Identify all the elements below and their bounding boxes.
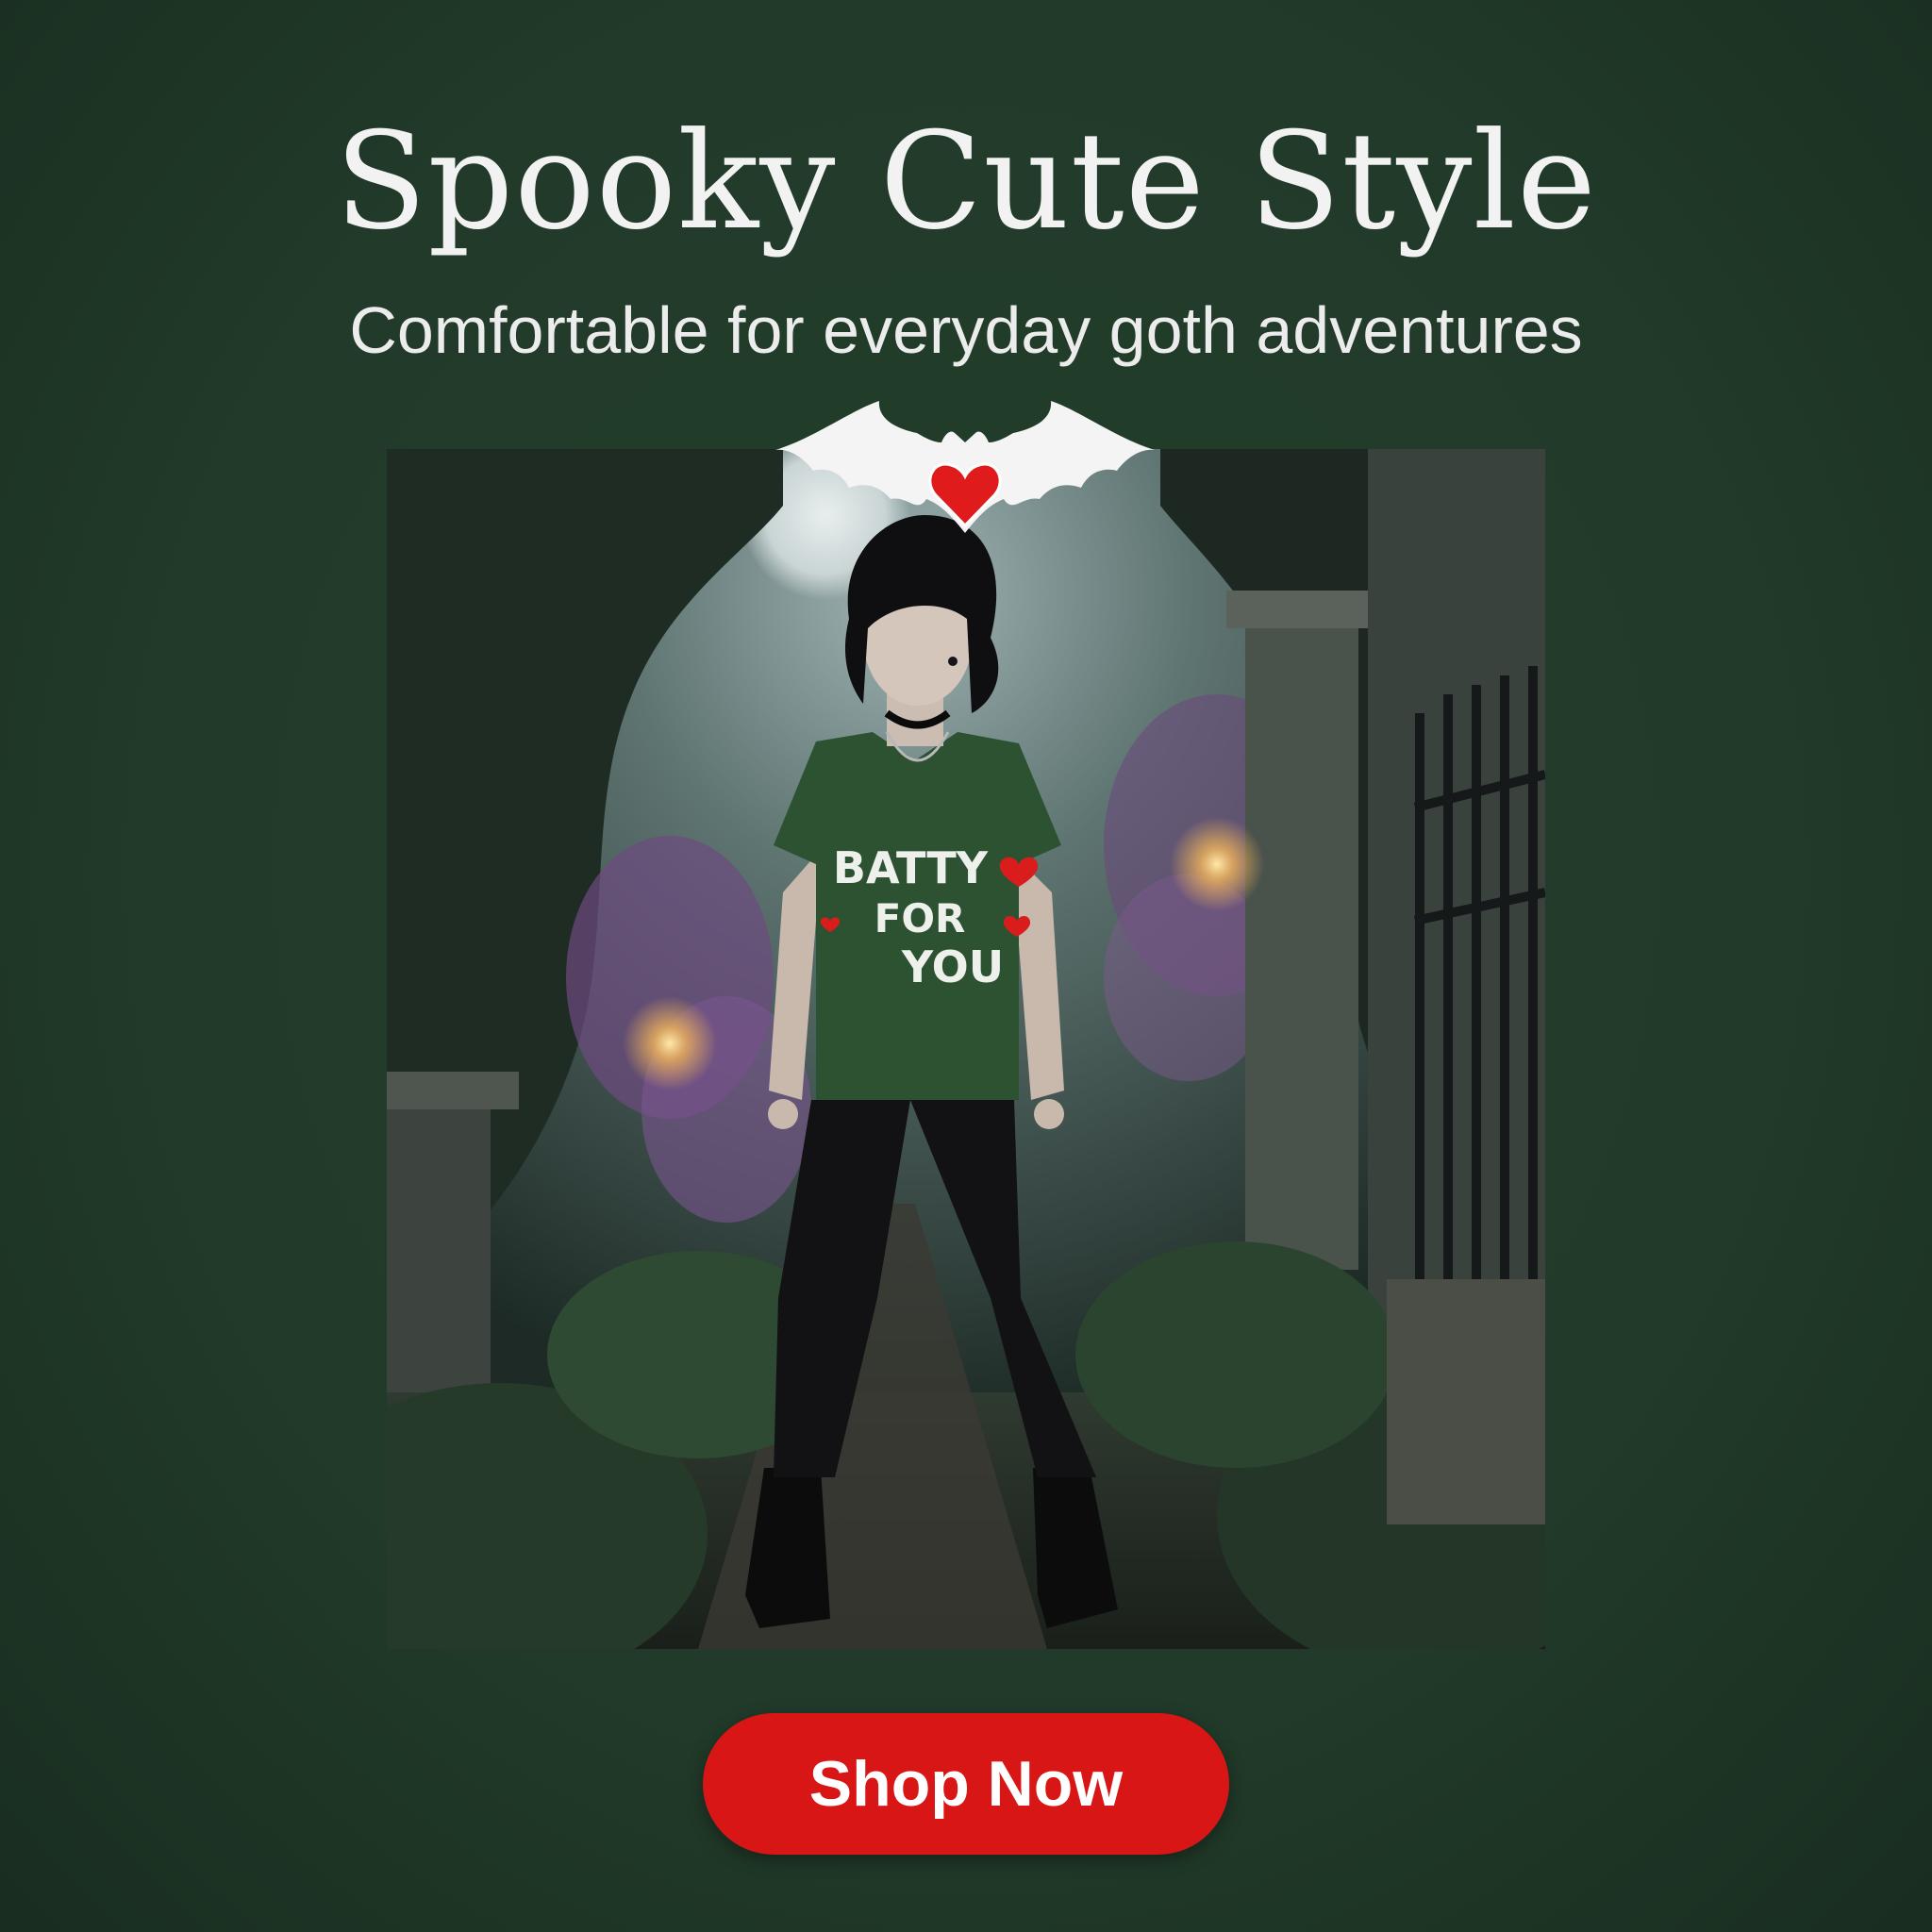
headline: Spooky Cute Style	[335, 104, 1597, 259]
bat-heart-icon	[775, 401, 1155, 552]
shirt-text-for: FOR	[874, 895, 966, 941]
shirt-text-batty: BATTY	[833, 842, 989, 893]
subheadline: Comfortable for everyday goth adventures	[349, 293, 1583, 367]
product-photo: BATTY FOR YOU	[387, 449, 1545, 1649]
shop-now-button[interactable]: Shop Now	[703, 1713, 1229, 1855]
shirt-text-you: YOU	[901, 941, 1004, 992]
